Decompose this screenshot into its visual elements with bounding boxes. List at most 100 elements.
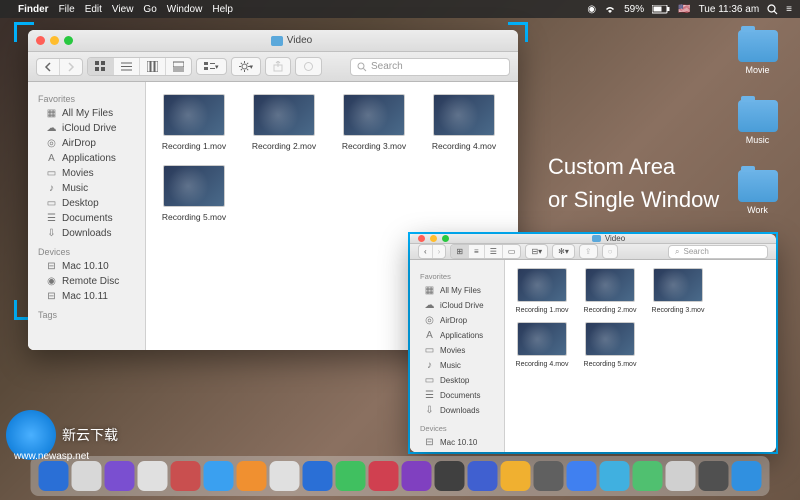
arrange-button[interactable]: ⊟▾ [526, 245, 547, 258]
share-button[interactable] [266, 58, 290, 75]
shazam-icon[interactable]: ◉ [587, 4, 596, 15]
clock[interactable]: Tue 11:36 am [699, 4, 760, 15]
file-item[interactable]: Recording 1.mov [513, 268, 571, 314]
spotlight-icon[interactable] [767, 4, 778, 15]
file-item[interactable]: Recording 3.mov [649, 268, 707, 314]
coverflow-view-button[interactable]: ▭ [503, 245, 521, 258]
dock-app-20[interactable] [699, 461, 729, 491]
file-item[interactable]: Recording 5.mov [581, 322, 639, 368]
dock-app-7[interactable] [270, 461, 300, 491]
sidebar-item-documents[interactable]: ☰Documents [410, 388, 504, 403]
sidebar-item-remote-disc[interactable]: ◉Remote Disc [28, 274, 145, 289]
icon-view-button[interactable] [88, 58, 114, 75]
menu-file[interactable]: File [59, 4, 75, 15]
sidebar-item-music[interactable]: ♪Music [28, 181, 145, 196]
sidebar-item-applications[interactable]: AApplications [28, 151, 145, 166]
dock-app-4[interactable] [171, 461, 201, 491]
dock-app-21[interactable] [732, 461, 762, 491]
file-grid[interactable]: Recording 1.mov Recording 2.mov Recordin… [505, 260, 776, 452]
sidebar-item-all-files[interactable]: ▦All My Files [410, 283, 504, 298]
menu-view[interactable]: View [112, 4, 134, 15]
dock-app-10[interactable] [369, 461, 399, 491]
battery-percent[interactable]: 59% [624, 4, 644, 15]
search-input[interactable]: ⌕ Search [668, 245, 768, 259]
list-view-button[interactable] [114, 58, 140, 75]
sidebar-item-all-files[interactable]: ▦All My Files [28, 106, 145, 121]
tags-button[interactable] [296, 58, 321, 75]
sidebar-item-icloud[interactable]: ☁iCloud Drive [410, 298, 504, 313]
share-button[interactable]: ⇪ [580, 245, 597, 258]
file-item[interactable]: Recording 1.mov [158, 94, 230, 151]
dock-app-19[interactable] [666, 461, 696, 491]
file-item[interactable]: Recording 4.mov [513, 322, 571, 368]
arrange-button[interactable]: ▾ [197, 59, 226, 74]
dock-app-14[interactable] [501, 461, 531, 491]
dock-app-17[interactable] [600, 461, 630, 491]
dock-app-5[interactable] [204, 461, 234, 491]
tags-button[interactable]: ○ [603, 245, 618, 258]
file-item[interactable]: Recording 5.mov [158, 165, 230, 222]
minimize-button[interactable] [430, 235, 437, 242]
flag-icon[interactable]: 🇺🇸 [678, 4, 690, 15]
maximize-button[interactable] [442, 235, 449, 242]
sidebar-item-icloud[interactable]: ☁iCloud Drive [28, 121, 145, 136]
sidebar-item-downloads[interactable]: ⇩Downloads [28, 226, 145, 241]
sidebar-item-movies[interactable]: ▭Movies [28, 166, 145, 181]
column-view-button[interactable]: ☰ [485, 245, 503, 258]
dock-app-13[interactable] [468, 461, 498, 491]
search-input[interactable]: Search [350, 58, 510, 76]
titlebar[interactable]: Video [28, 30, 518, 52]
dock-app-8[interactable] [303, 461, 333, 491]
forward-button[interactable]: › [433, 245, 446, 258]
titlebar[interactable]: Video [410, 234, 776, 244]
dock-app-6[interactable] [237, 461, 267, 491]
sidebar-item-remote-disc[interactable]: ◉Remote Disc [410, 450, 504, 452]
notification-icon[interactable]: ≡ [786, 4, 792, 15]
desktop-folder-movie[interactable]: Movie [735, 30, 780, 75]
sidebar-item-music[interactable]: ♪Music [410, 358, 504, 373]
dock-app-15[interactable] [534, 461, 564, 491]
list-view-button[interactable]: ≡ [469, 245, 485, 258]
dock-app-1[interactable] [72, 461, 102, 491]
dock-app-3[interactable] [138, 461, 168, 491]
icon-view-button[interactable]: ⊞ [451, 245, 469, 258]
dock-app-18[interactable] [633, 461, 663, 491]
file-item[interactable]: Recording 4.mov [428, 94, 500, 151]
minimize-button[interactable] [50, 36, 59, 45]
dock-app-0[interactable] [39, 461, 69, 491]
desktop-folder-music[interactable]: Music [735, 100, 780, 145]
coverflow-view-button[interactable] [166, 58, 191, 75]
sidebar-item-applications[interactable]: AApplications [410, 328, 504, 343]
wifi-icon[interactable] [604, 5, 616, 14]
menu-window[interactable]: Window [167, 4, 203, 15]
dock-app-16[interactable] [567, 461, 597, 491]
sidebar-item-downloads[interactable]: ⇩Downloads [410, 403, 504, 418]
menu-go[interactable]: Go [143, 4, 156, 15]
maximize-button[interactable] [64, 36, 73, 45]
close-button[interactable] [36, 36, 45, 45]
sidebar-item-mac1010[interactable]: ⊟Mac 10.10 [28, 259, 145, 274]
dock-app-9[interactable] [336, 461, 366, 491]
sidebar-item-airdrop[interactable]: ◎AirDrop [410, 313, 504, 328]
back-button[interactable]: ‹ [419, 245, 433, 258]
dock-app-11[interactable] [402, 461, 432, 491]
desktop-folder-work[interactable]: Work [735, 170, 780, 215]
sidebar-item-desktop[interactable]: ▭Desktop [28, 196, 145, 211]
sidebar-item-airdrop[interactable]: ◎AirDrop [28, 136, 145, 151]
forward-button[interactable] [60, 59, 82, 75]
file-item[interactable]: Recording 2.mov [248, 94, 320, 151]
back-button[interactable] [37, 59, 60, 75]
column-view-button[interactable] [140, 58, 166, 75]
sidebar-item-documents[interactable]: ☰Documents [28, 211, 145, 226]
sidebar-item-mac1011[interactable]: ⊟Mac 10.11 [28, 289, 145, 304]
file-item[interactable]: Recording 3.mov [338, 94, 410, 151]
menu-edit[interactable]: Edit [85, 4, 102, 15]
dock-app-2[interactable] [105, 461, 135, 491]
menu-help[interactable]: Help [212, 4, 233, 15]
sidebar-item-desktop[interactable]: ▭Desktop [410, 373, 504, 388]
close-button[interactable] [418, 235, 425, 242]
dock-app-12[interactable] [435, 461, 465, 491]
action-button[interactable]: ✻▾ [553, 245, 574, 258]
action-button[interactable]: ▾ [232, 58, 261, 75]
sidebar-item-mac1010[interactable]: ⊟Mac 10.10 [410, 435, 504, 450]
